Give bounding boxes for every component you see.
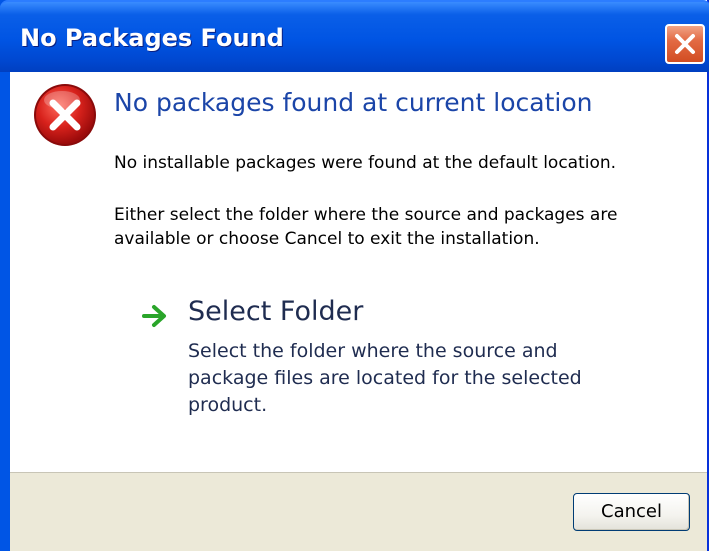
window-title: No Packages Found <box>20 24 284 52</box>
dialog-window: No Packages Found No packages found at c… <box>0 0 709 551</box>
dialog-content: No packages found at current location No… <box>10 72 707 472</box>
error-icon <box>34 84 96 146</box>
message-heading: No packages found at current location <box>114 88 593 117</box>
select-folder-description: Select the folder where the source and p… <box>188 340 582 416</box>
close-icon <box>675 34 695 54</box>
select-folder-title[interactable]: Select Folder <box>188 296 363 327</box>
message-paragraph-2: Either select the folder where the sourc… <box>114 205 618 249</box>
dialog-footer: Cancel <box>10 472 707 551</box>
arrow-right-icon <box>142 305 166 327</box>
close-button[interactable] <box>665 24 705 64</box>
title-bar[interactable]: No Packages Found <box>0 0 709 72</box>
cancel-button[interactable]: Cancel <box>573 493 690 531</box>
message-paragraph-1: No installable packages were found at th… <box>114 153 617 173</box>
